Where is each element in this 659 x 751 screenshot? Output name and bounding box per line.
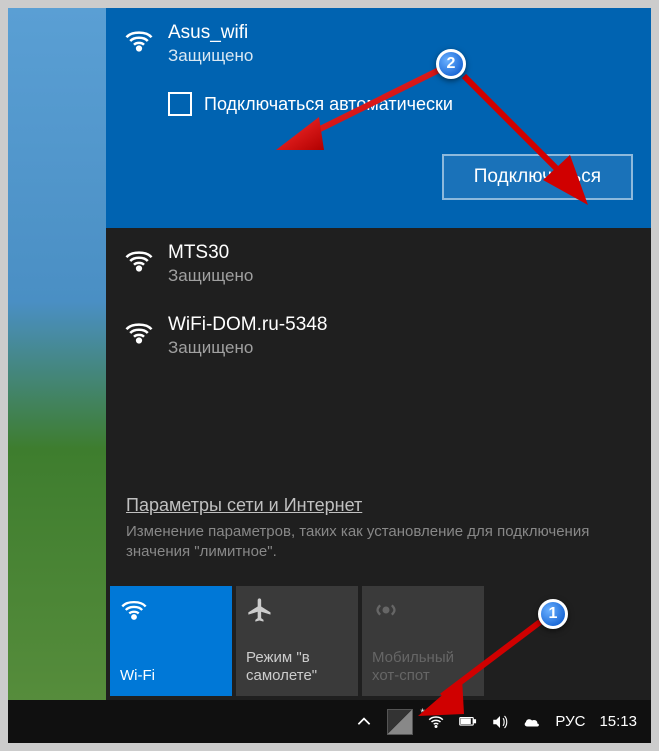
desktop-wallpaper — [8, 8, 106, 743]
wifi-icon — [124, 246, 154, 276]
annotation-arrow — [458, 70, 608, 220]
language-indicator[interactable]: РУС — [555, 713, 585, 730]
wifi-icon — [120, 596, 148, 624]
airplane-mode-tile[interactable]: Режим "в самолете" — [236, 586, 358, 696]
wifi-icon — [124, 26, 154, 56]
callout-badge-1: 1 — [538, 599, 568, 629]
annotation-arrow — [264, 65, 444, 170]
network-settings-description: Изменение параметров, таких как установл… — [126, 522, 631, 563]
network-settings-link[interactable]: Параметры сети и Интернет — [126, 495, 631, 516]
annotation-arrow — [408, 616, 548, 731]
network-name: Asus_wifi — [168, 22, 633, 44]
hotspot-icon — [372, 596, 400, 624]
network-name: WiFi-DOM.ru-5348 — [168, 314, 633, 336]
network-name: MTS30 — [168, 242, 633, 264]
airplane-icon — [246, 596, 274, 624]
auto-connect-checkbox[interactable] — [168, 92, 192, 116]
tile-label: Wi-Fi — [120, 667, 222, 686]
network-item[interactable]: WiFi-DOM.ru-5348 Защищено — [106, 300, 651, 372]
taskbar: * РУС 15:13 — [8, 700, 651, 743]
clock[interactable]: 15:13 — [599, 713, 637, 730]
tray-chevron-up-icon[interactable] — [355, 713, 373, 731]
network-status: Защищено — [168, 266, 633, 286]
wifi-tile[interactable]: Wi-Fi — [110, 586, 232, 696]
callout-badge-2: 2 — [436, 49, 466, 79]
network-status: Защищено — [168, 338, 633, 358]
network-item[interactable]: MTS30 Защищено — [106, 228, 651, 300]
network-status: Защищено — [168, 46, 633, 66]
network-settings-section: Параметры сети и Интернет Изменение пара… — [106, 479, 651, 583]
tile-label: Режим "в самолете" — [246, 649, 348, 687]
wifi-icon — [124, 318, 154, 348]
